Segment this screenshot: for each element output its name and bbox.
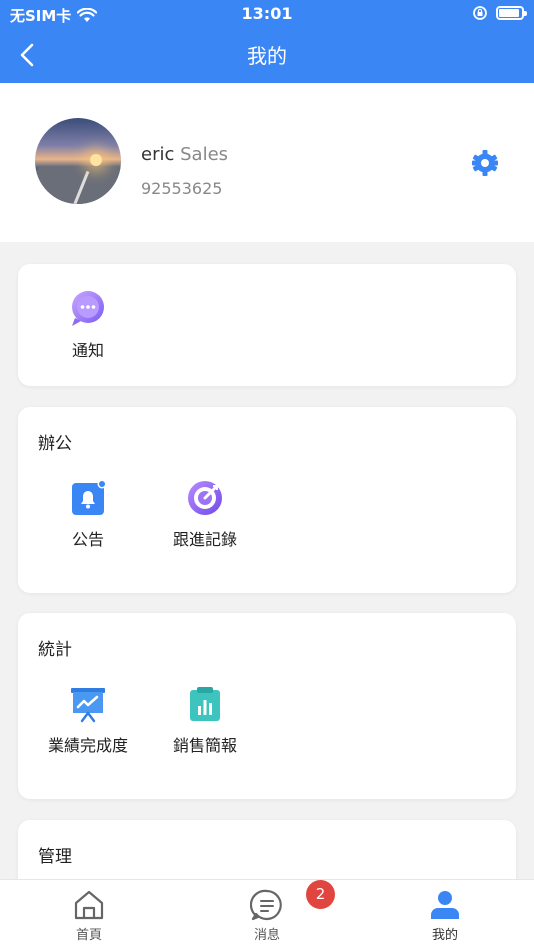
bell-icon xyxy=(72,479,107,515)
statistics-section-title: 統計 xyxy=(38,640,72,660)
status-bar: 无SIM卡 13:01 xyxy=(0,0,534,28)
tab-home-label: 首頁 xyxy=(75,928,102,943)
user-role: Sales xyxy=(180,144,229,165)
notification-item[interactable]: 通知 xyxy=(28,290,148,361)
chat-bubble-icon xyxy=(72,291,104,326)
management-section-title: 管理 xyxy=(38,847,72,867)
nav-bar: 我的 xyxy=(0,28,534,83)
message-icon xyxy=(250,889,282,921)
tab-home[interactable]: 首頁 xyxy=(29,888,149,943)
top-bar: 无SIM卡 13:01 我的 xyxy=(0,0,534,83)
performance-item[interactable]: 業績完成度 xyxy=(28,685,148,756)
avatar[interactable] xyxy=(35,118,121,204)
clipboard-chart-icon xyxy=(190,687,220,721)
user-name: eric Sales xyxy=(141,144,228,165)
status-time: 13:01 xyxy=(241,4,293,23)
notification-label: 通知 xyxy=(71,341,104,360)
orientation-lock-icon xyxy=(473,6,487,20)
battery-icon xyxy=(496,6,527,20)
tab-profile[interactable]: 我的 xyxy=(385,888,505,943)
office-card: 辦公 公告 跟進記錄 xyxy=(18,407,516,593)
message-badge: 2 xyxy=(306,880,335,909)
tab-messages-label: 消息 xyxy=(253,928,280,943)
status-right xyxy=(472,5,527,21)
announcement-item[interactable]: 公告 xyxy=(28,479,148,550)
tab-bar: 首頁 消息 我的 xyxy=(0,879,534,950)
presentation-chart-icon xyxy=(71,688,105,723)
page-title: 我的 xyxy=(247,44,287,68)
sales-report-item[interactable]: 銷售簡報 xyxy=(145,685,265,756)
notification-card: 通知 xyxy=(18,264,516,386)
announcement-label: 公告 xyxy=(71,530,104,549)
followup-record-item[interactable]: 跟進記錄 xyxy=(145,479,265,550)
tab-profile-label: 我的 xyxy=(431,928,458,943)
user-first-name: eric xyxy=(141,144,175,165)
user-icon xyxy=(431,891,459,919)
user-phone: 92553625 xyxy=(141,179,223,198)
followup-record-label: 跟進記錄 xyxy=(172,530,237,549)
target-icon xyxy=(188,481,222,515)
sales-report-label: 銷售簡報 xyxy=(172,736,237,755)
office-section-title: 辦公 xyxy=(38,434,72,454)
home-icon xyxy=(74,890,104,920)
gear-icon[interactable] xyxy=(470,148,500,178)
statistics-card: 統計 業績完成度 銷售簡報 xyxy=(18,613,516,799)
performance-label: 業績完成度 xyxy=(47,736,128,755)
profile-header[interactable]: eric Sales 92553625 xyxy=(0,83,534,242)
